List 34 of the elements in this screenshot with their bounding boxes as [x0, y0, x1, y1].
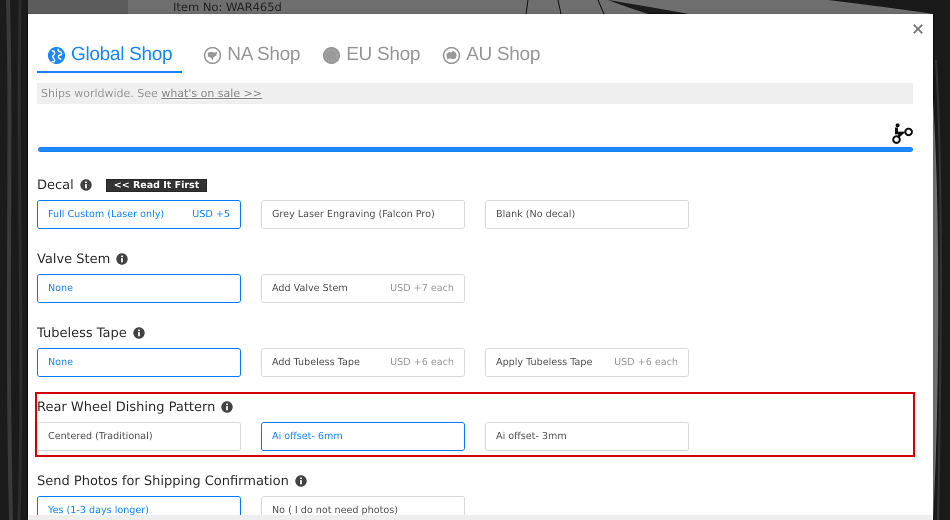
map-icon [203, 46, 222, 64]
notice-text: Ships worldwide. See what's on sale >> [41, 87, 262, 100]
option-button[interactable]: None [37, 348, 241, 377]
option-button[interactable]: Centered (Traditional) [37, 422, 241, 451]
option-group-title: Decal [37, 178, 74, 192]
shop-tab[interactable]: Global Shop [37, 44, 182, 73]
option-button[interactable]: Add Tubeless Tape USD +6 each [261, 348, 465, 377]
option-group-title: Tubeless Tape [37, 326, 127, 340]
shop-tab[interactable]: AU Shop [441, 44, 542, 73]
info-icon [294, 475, 307, 487]
shop-tab[interactable]: NA Shop [202, 44, 302, 73]
stars-circle-icon [322, 46, 342, 64]
info-icon [80, 179, 92, 191]
map-icon [442, 46, 462, 64]
option-group-title: Rear Wheel Dishing Pattern [37, 400, 216, 414]
option-button[interactable]: Ai offset- 6mm [261, 422, 465, 451]
option-button[interactable]: Grey Laser Engraving (Falcon Pro) [261, 200, 465, 229]
option-button[interactable]: Full Custom (Laser only) USD +5 [37, 200, 241, 229]
info-icon [116, 253, 128, 265]
sale-link[interactable]: what's on sale >> [161, 87, 262, 100]
option-button[interactable]: Ai offset- 3mm [485, 422, 689, 451]
shop-tab[interactable]: EU Shop [321, 44, 422, 73]
option-button[interactable]: Add Valve Stem USD +7 each [261, 274, 465, 303]
option-button[interactable]: None [37, 274, 241, 303]
cyclist-icon [891, 122, 913, 144]
info-icon [221, 401, 234, 413]
read-first-badge[interactable]: << Read It First [106, 178, 208, 192]
option-group-title: Valve Stem [37, 252, 110, 266]
option-button[interactable]: Blank (No decal) [485, 200, 689, 229]
info-icon [132, 327, 145, 339]
globe-icon [47, 46, 66, 64]
close-icon [912, 23, 924, 35]
option-button[interactable]: Apply Tubeless Tape USD +6 each [485, 348, 689, 377]
option-group-title: Send Photos for Shipping Confirmation [37, 474, 289, 488]
